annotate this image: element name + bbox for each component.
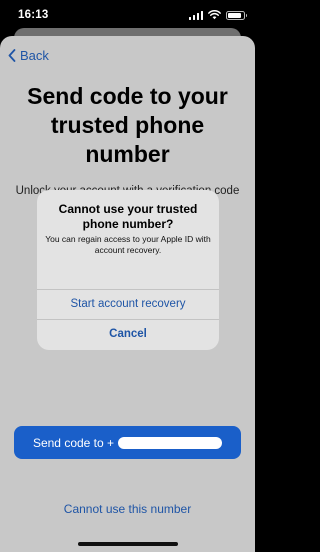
send-code-button[interactable]: Send code to + — [14, 426, 241, 459]
battery-icon — [226, 10, 247, 20]
chevron-left-icon — [8, 49, 16, 62]
status-icons — [188, 10, 247, 20]
back-button[interactable]: Back — [8, 48, 49, 63]
send-code-label: Send code to + — [32, 435, 115, 450]
status-time: 16:13 — [18, 9, 49, 21]
cellular-signal-icon — [188, 10, 203, 20]
redacted-phone-number — [118, 436, 223, 449]
alert-message: You can regain access to your Apple ID w… — [45, 234, 211, 255]
home-indicator — [78, 542, 178, 546]
cancel-button[interactable]: Cancel — [37, 319, 219, 349]
alert-title: Cannot use your trusted phone number? — [58, 202, 198, 231]
start-account-recovery-button[interactable]: Start account recovery — [37, 289, 219, 319]
status-bar: 16:13 — [0, 0, 255, 30]
back-label: Back — [20, 48, 49, 63]
cannot-use-number-link[interactable]: Cannot use this number — [0, 502, 255, 516]
recovery-alert: Cannot use your trusted phone number? Yo… — [37, 190, 219, 350]
wifi-icon — [208, 10, 221, 20]
page-title: Send code to your trusted phone number — [27, 83, 228, 167]
